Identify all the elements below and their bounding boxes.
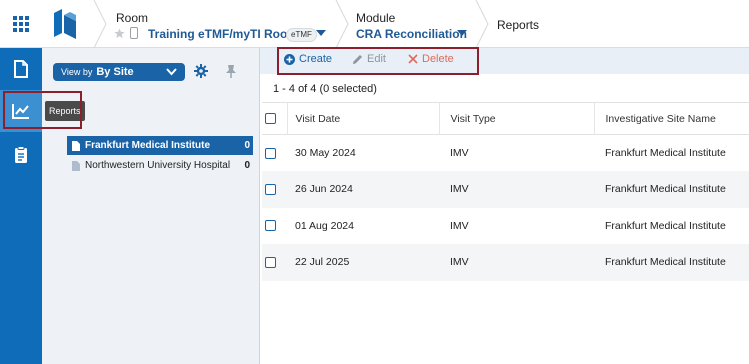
column-header-visit-type[interactable]: Visit Type	[438, 102, 594, 135]
room-type-badge: eTMF	[286, 28, 317, 42]
clipboard-icon	[15, 146, 27, 163]
document-icon	[14, 60, 28, 78]
reports-table: Visit Date Visit Type Investigative Site…	[262, 102, 749, 281]
module-name[interactable]: CRA Reconciliation	[356, 27, 467, 41]
row-select-cell	[262, 135, 287, 172]
chevron-down-icon[interactable]	[457, 30, 467, 37]
visit-type-cell: IMV	[450, 147, 469, 159]
site-name-cell: Frankfurt Medical Institute	[605, 147, 726, 159]
site-name-cell: Frankfurt Medical Institute	[594, 171, 749, 208]
select-all-checkbox[interactable]	[265, 113, 276, 125]
row-checkbox[interactable]	[265, 183, 276, 195]
site-item-northwestern[interactable]: Northwestern University Hospital 0	[67, 156, 253, 175]
column-header-site-name[interactable]: Investigative Site Name	[593, 102, 749, 135]
module-label: Module	[356, 11, 396, 25]
pin-icon[interactable]	[225, 64, 237, 78]
site-name-cell: Frankfurt Medical Institute	[594, 244, 749, 281]
breadcrumb-separator	[335, 0, 349, 48]
visit-date-cell: 26 Jun 2024	[287, 171, 439, 208]
table-row[interactable]: 30 May 2024 IMV Frankfurt Medical Instit…	[262, 135, 749, 172]
selection-count: 1 - 4 of 4 (0 selected)	[273, 83, 377, 95]
chevron-down-icon[interactable]	[316, 30, 326, 37]
grid-icon	[13, 16, 29, 32]
site-item-frankfurt[interactable]: Frankfurt Medical Institute 0	[67, 136, 253, 155]
site-count: 0	[244, 140, 250, 151]
row-select-cell	[262, 171, 287, 208]
rail-item-tasks[interactable]	[0, 134, 42, 176]
select-all-cell	[262, 102, 287, 135]
visit-date-cell: 30 May 2024	[295, 147, 356, 159]
site-name: Frankfurt Medical Institute	[85, 140, 211, 151]
document-icon	[72, 160, 80, 171]
visit-date-cell: 22 Jul 2025	[287, 244, 439, 281]
visit-type-cell: IMV	[439, 244, 594, 281]
breadcrumb-module[interactable]: Module CRA Reconciliation	[352, 0, 477, 48]
star-icon[interactable]	[114, 28, 125, 39]
column-header-visit-date[interactable]: Visit Date	[286, 102, 439, 135]
page-title: Reports	[497, 18, 540, 32]
rail-item-documents[interactable]	[0, 48, 42, 90]
room-name[interactable]: Training eTMF/myTI Room	[148, 27, 298, 41]
table-row[interactable]: 26 Jun 2024 IMV Frankfurt Medical Instit…	[262, 171, 749, 208]
row-checkbox[interactable]	[265, 220, 276, 232]
top-bar: Room Training eTMF/myTI Room eTMF Module…	[0, 0, 749, 48]
row-select-cell	[262, 244, 287, 281]
brand-logo[interactable]	[52, 9, 78, 41]
view-by-dropdown[interactable]: View by By Site	[53, 63, 185, 81]
annotation-highlight-reports	[3, 91, 82, 129]
site-name-cell: Frankfurt Medical Institute	[605, 219, 726, 232]
table-row[interactable]: 22 Jul 2025 IMV Frankfurt Medical Instit…	[262, 244, 749, 281]
table-row[interactable]: 01 Aug 2024 IMV Frankfurt Medical Instit…	[262, 208, 749, 245]
gear-icon[interactable]	[194, 64, 208, 78]
row-checkbox[interactable]	[265, 256, 276, 268]
mobile-icon	[130, 27, 138, 39]
view-by-prefix: View by	[61, 67, 93, 77]
row-checkbox[interactable]	[265, 147, 276, 159]
visit-date-cell: 01 Aug 2024	[295, 219, 354, 232]
visit-type-cell: IMV	[439, 171, 594, 208]
breadcrumb-room[interactable]: Room Training eTMF/myTI Room eTMF	[110, 0, 335, 48]
chevron-down-icon	[166, 68, 177, 76]
app-launcher-button[interactable]	[0, 0, 42, 48]
annotation-highlight-toolbar	[277, 47, 479, 75]
table-header-row: Visit Date Visit Type Investigative Site…	[262, 102, 749, 135]
document-icon	[72, 140, 80, 151]
site-count: 0	[244, 160, 250, 171]
row-select-cell	[262, 208, 287, 245]
room-label: Room	[116, 11, 149, 25]
site-name: Northwestern University Hospital	[85, 160, 231, 171]
breadcrumb-separator	[475, 0, 489, 48]
view-by-value: By Site	[96, 66, 134, 78]
visit-type-cell: IMV	[450, 219, 469, 232]
breadcrumb-separator	[93, 0, 107, 48]
